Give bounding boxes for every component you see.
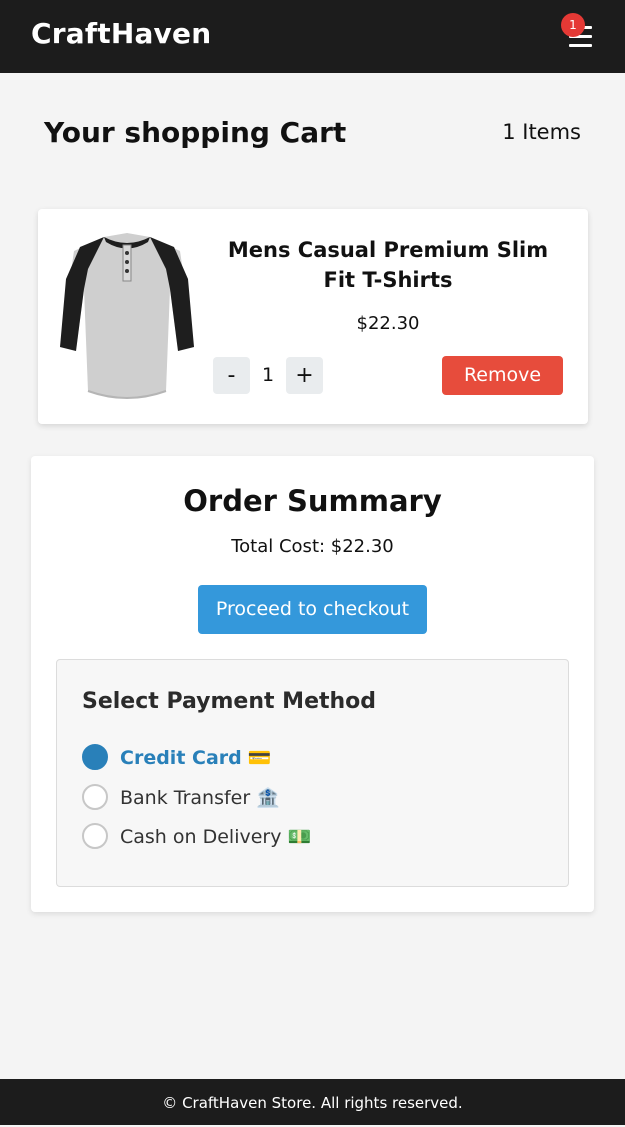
decrease-quantity-button[interactable]: - bbox=[213, 357, 250, 394]
payment-method-title: Select Payment Method bbox=[82, 689, 377, 714]
radio-unselected-icon[interactable] bbox=[82, 784, 108, 810]
payment-option-label: Cash on Delivery 💵 bbox=[120, 826, 312, 848]
payment-method-section: Select Payment Method Credit Card 💳 Bank … bbox=[56, 659, 569, 887]
radio-unselected-icon[interactable] bbox=[82, 823, 108, 849]
checkout-button[interactable]: Proceed to checkout bbox=[198, 585, 427, 634]
order-summary-title: Order Summary bbox=[183, 484, 442, 518]
increase-quantity-button[interactable]: + bbox=[286, 357, 323, 394]
quantity-value: 1 bbox=[261, 364, 275, 386]
cart-count-badge: 1 bbox=[561, 13, 585, 37]
credit-card-icon: 💳 bbox=[247, 747, 272, 769]
product-price: $22.30 bbox=[356, 313, 420, 334]
cart-item-card: Mens Casual Premium Slim Fit T-Shirts $2… bbox=[38, 209, 588, 424]
brand-logo[interactable]: CraftHaven bbox=[31, 17, 211, 50]
total-cost: Total Cost: $22.30 bbox=[231, 536, 394, 557]
payment-option-label: Bank Transfer 🏦 bbox=[120, 787, 280, 809]
bank-icon: 🏦 bbox=[256, 787, 280, 809]
cart-item-count: 1 Items bbox=[502, 120, 581, 144]
payment-option-label: Credit Card 💳 bbox=[120, 747, 272, 769]
page-title: Your shopping Cart bbox=[44, 116, 347, 149]
remove-item-button[interactable]: Remove bbox=[442, 356, 563, 395]
site-header: CraftHaven 1 bbox=[0, 0, 625, 73]
site-footer: © CraftHaven Store. All rights reserved. bbox=[0, 1079, 625, 1125]
product-image bbox=[60, 233, 194, 399]
cash-icon: 💵 bbox=[287, 826, 312, 848]
radio-selected-icon[interactable] bbox=[82, 744, 108, 770]
order-summary-card: Order Summary Total Cost: $22.30 Proceed… bbox=[31, 456, 594, 912]
product-name[interactable]: Mens Casual Premium Slim Fit T-Shirts bbox=[216, 235, 560, 295]
